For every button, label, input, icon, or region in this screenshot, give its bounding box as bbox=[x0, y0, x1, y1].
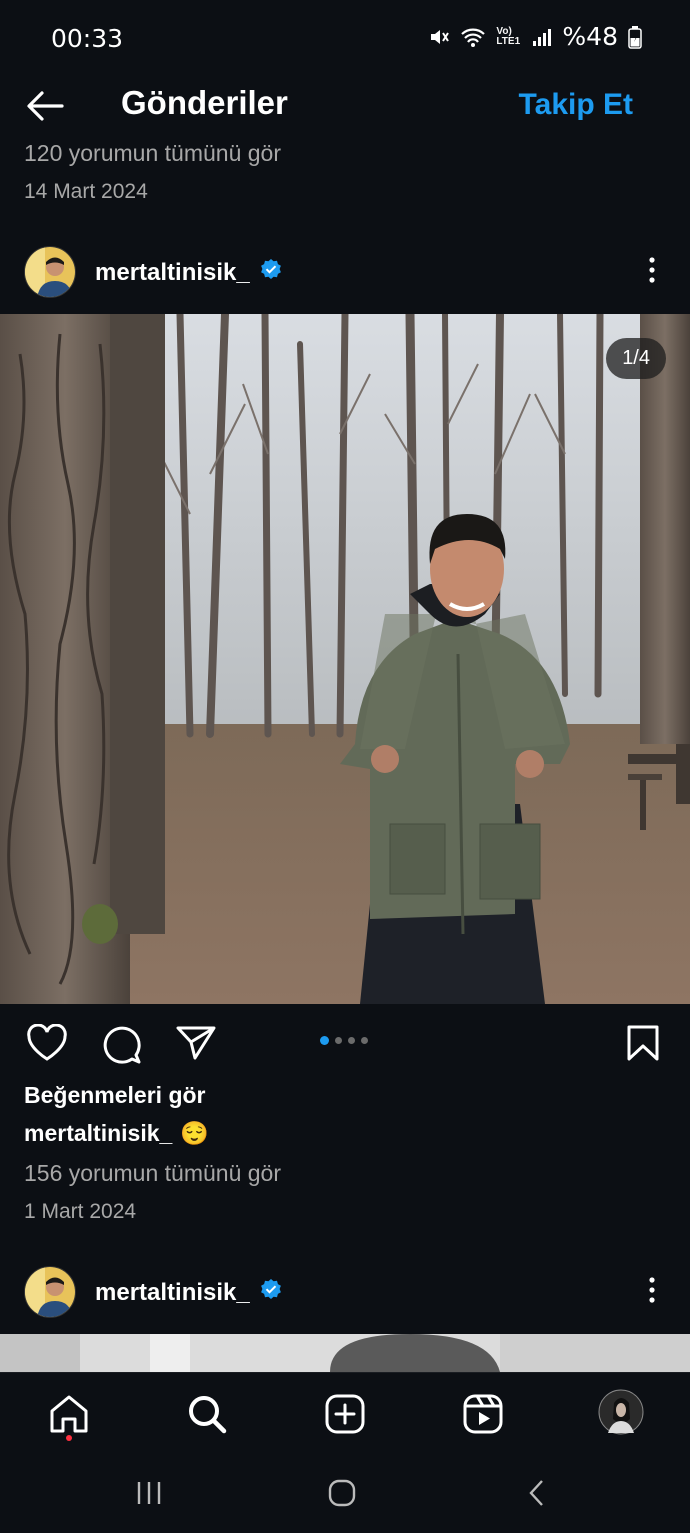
post-header: mertaltinisik_ bbox=[0, 236, 690, 306]
next-post-username[interactable]: mertaltinisik_ bbox=[95, 1278, 282, 1307]
caption-username[interactable]: mertaltinisik_ bbox=[24, 1120, 172, 1147]
mute-icon bbox=[428, 26, 450, 48]
nav-profile[interactable] bbox=[598, 1389, 644, 1440]
search-icon bbox=[189, 1396, 227, 1434]
likes-link[interactable]: Beğenmeleri gör bbox=[24, 1082, 206, 1109]
back-button[interactable] bbox=[24, 86, 70, 126]
more-vertical-icon bbox=[649, 257, 655, 283]
comment-icon bbox=[103, 1026, 141, 1064]
action-bar bbox=[0, 1004, 690, 1080]
prev-view-comments-link[interactable]: 120 yorumun tümünü gör bbox=[24, 140, 281, 167]
recent-apps-icon bbox=[137, 1482, 161, 1504]
system-nav-bar bbox=[0, 1454, 690, 1533]
bottom-nav bbox=[0, 1372, 690, 1454]
caption-text: 😌 bbox=[180, 1120, 209, 1146]
signal-icon bbox=[532, 26, 552, 48]
username-text: mertaltinisik_ bbox=[95, 1278, 250, 1306]
network-label: Vo) LTE1 bbox=[496, 25, 521, 47]
battery-percent: %48 bbox=[562, 22, 618, 51]
image-counter-badge: 1/4 bbox=[606, 338, 666, 379]
avatar[interactable] bbox=[24, 246, 76, 298]
next-post-header: mertaltinisik_ bbox=[0, 1256, 690, 1326]
nav-reels[interactable] bbox=[462, 1393, 504, 1440]
username-text: mertaltinisik_ bbox=[95, 258, 250, 286]
reels-icon bbox=[463, 1394, 503, 1434]
bookmark-icon bbox=[627, 1025, 659, 1061]
battery-icon bbox=[628, 25, 642, 49]
status-icons: Vo) LTE1 %48 bbox=[428, 22, 642, 51]
next-photo bbox=[0, 1334, 690, 1372]
forest-photo bbox=[0, 314, 690, 1004]
arrow-left-icon bbox=[27, 91, 64, 121]
next-post-image[interactable] bbox=[0, 1334, 690, 1372]
wifi-icon bbox=[460, 26, 486, 48]
carousel-dot bbox=[361, 1037, 368, 1044]
profile-avatar bbox=[598, 1389, 644, 1435]
recent-apps-button[interactable] bbox=[134, 1478, 164, 1513]
heart-icon bbox=[27, 1023, 67, 1061]
page-title: Gönderiler bbox=[121, 84, 288, 121]
verified-badge-icon bbox=[260, 258, 282, 287]
back-system-button[interactable] bbox=[522, 1478, 552, 1513]
post-date: 1 Mart 2024 bbox=[24, 1200, 137, 1223]
view-comments-link[interactable]: 156 yorumun tümünü gör bbox=[24, 1160, 281, 1187]
carousel-dot bbox=[348, 1037, 355, 1044]
follow-button[interactable]: Takip Et bbox=[519, 88, 633, 122]
header: Gönderiler Takip Et bbox=[0, 78, 690, 134]
nav-search[interactable] bbox=[186, 1393, 228, 1440]
save-button[interactable] bbox=[626, 1024, 660, 1067]
nav-home[interactable] bbox=[48, 1393, 90, 1440]
post-image[interactable]: 1/4 bbox=[0, 314, 690, 1004]
verified-badge-icon bbox=[260, 1278, 282, 1307]
status-bar: 00:33 Vo) LTE1 %48 bbox=[0, 0, 690, 78]
chevron-left-icon bbox=[529, 1480, 543, 1506]
like-button[interactable] bbox=[26, 1023, 68, 1067]
prev-post-date: 14 Mart 2024 bbox=[24, 180, 148, 203]
status-time: 00:33 bbox=[51, 24, 124, 53]
send-icon bbox=[176, 1026, 216, 1060]
carousel-dot bbox=[335, 1037, 342, 1044]
more-vertical-icon bbox=[649, 1277, 655, 1303]
plus-square-icon bbox=[325, 1394, 365, 1434]
home-icon bbox=[50, 1395, 88, 1433]
caption: mertaltinisik_ 😌 bbox=[24, 1120, 209, 1147]
notification-dot bbox=[66, 1435, 72, 1441]
more-options-button[interactable] bbox=[642, 250, 662, 290]
home-circle-icon bbox=[328, 1479, 356, 1507]
comment-button[interactable] bbox=[101, 1024, 143, 1069]
carousel-dot-active bbox=[320, 1036, 329, 1045]
carousel-indicator bbox=[320, 1036, 368, 1045]
post-username[interactable]: mertaltinisik_ bbox=[95, 258, 282, 287]
nav-create[interactable] bbox=[324, 1393, 366, 1440]
home-system-button[interactable] bbox=[327, 1478, 357, 1513]
more-options-button[interactable] bbox=[642, 1270, 662, 1310]
avatar[interactable] bbox=[24, 1266, 76, 1318]
share-button[interactable] bbox=[175, 1024, 217, 1067]
